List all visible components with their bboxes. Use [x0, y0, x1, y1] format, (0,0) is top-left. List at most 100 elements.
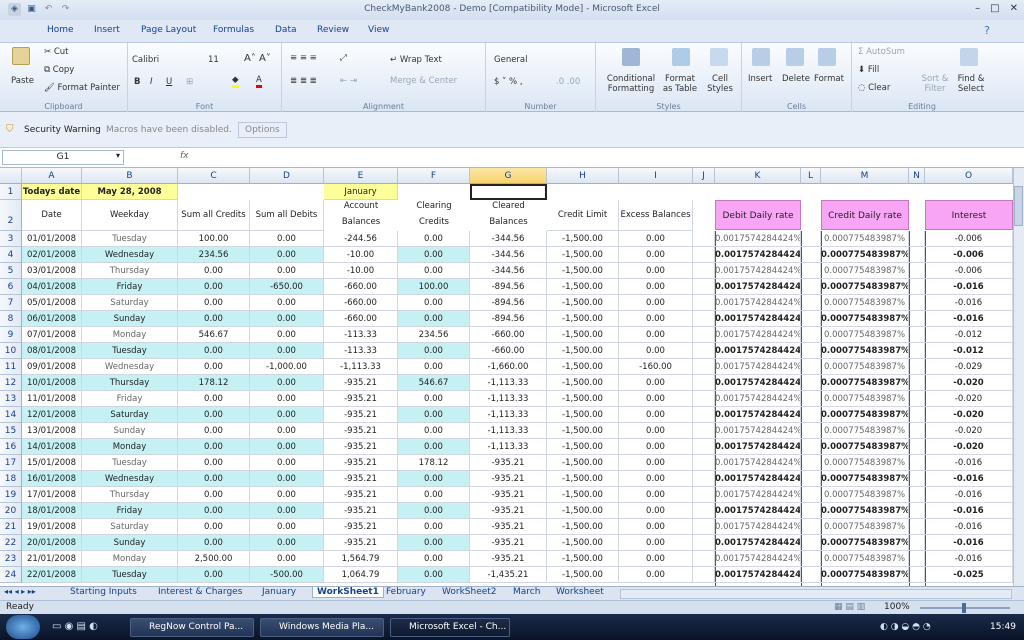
fill-button[interactable]: ⬇ Fill — [858, 65, 879, 75]
row-header[interactable]: 22 — [0, 535, 22, 551]
empty-cell-l[interactable] — [801, 471, 821, 487]
clearing-credits-cell[interactable]: 0.00 — [398, 295, 470, 311]
excess-balance-cell[interactable]: 0.00 — [619, 423, 693, 439]
clearing-credits-cell[interactable]: 0.00 — [398, 551, 470, 567]
debit-rate-cell[interactable]: 0.0017574284424% — [715, 487, 801, 503]
date-cell[interactable]: 21/01/2008 — [22, 551, 82, 567]
clearing-credits-cell[interactable]: 178.12 — [398, 455, 470, 471]
date-cell[interactable]: 08/01/2008 — [22, 343, 82, 359]
credit-limit-cell[interactable]: -1,500.00 — [547, 295, 619, 311]
excess-balance-cell[interactable]: 0.00 — [619, 487, 693, 503]
row-header-2[interactable]: 2 — [0, 200, 22, 231]
debits-cell[interactable]: 0.00 — [250, 551, 324, 567]
credit-limit-cell[interactable]: -1,500.00 — [547, 327, 619, 343]
credit-rate-cell[interactable]: 0.000775483987% — [821, 295, 909, 311]
credit-rate-cell[interactable]: 0.000775483987% — [821, 247, 909, 263]
fill-color-icon[interactable]: ◆ — [232, 75, 239, 88]
weekday-cell[interactable]: Tuesday — [82, 231, 178, 247]
empty-cell-n[interactable] — [909, 343, 925, 359]
weekday-cell[interactable]: Friday — [82, 503, 178, 519]
row-header[interactable]: 23 — [0, 551, 22, 567]
empty-cell-n[interactable] — [909, 407, 925, 423]
debit-rate-cell[interactable]: 0.0017574284424% — [715, 391, 801, 407]
select-all-corner[interactable] — [0, 168, 22, 184]
autosum-button[interactable]: Σ AutoSum — [858, 47, 905, 57]
empty-cell-j[interactable] — [693, 487, 715, 503]
debits-cell[interactable]: 0.00 — [250, 263, 324, 279]
tab-formulas[interactable]: Formulas — [213, 25, 254, 35]
conditional-formatting-button[interactable]: Conditional Formatting — [604, 74, 658, 94]
formula-input[interactable] — [200, 151, 1012, 165]
row-header[interactable]: 8 — [0, 311, 22, 327]
date-cell[interactable]: 19/01/2008 — [22, 519, 82, 535]
copy-button[interactable]: ⧉ Copy — [44, 65, 74, 75]
account-balance-cell[interactable]: -935.21 — [324, 455, 398, 471]
credit-rate-cell[interactable]: 0.000775483987% — [821, 279, 909, 295]
interest-cell[interactable]: -0.020 — [925, 375, 1013, 391]
credit-rate-cell[interactable]: 0.000775483987% — [821, 487, 909, 503]
date-cell[interactable]: 20/01/2008 — [22, 535, 82, 551]
empty-cell-l[interactable] — [801, 231, 821, 247]
empty-cell-j[interactable] — [693, 567, 715, 583]
delete-button[interactable]: Delete — [782, 74, 810, 84]
debit-rate-cell[interactable]: 0.0017574284424% — [715, 311, 801, 327]
credits-cell[interactable]: 0.00 — [178, 311, 250, 327]
cleared-balance-cell[interactable]: -660.00 — [470, 327, 547, 343]
weekday-cell[interactable]: Wednesday — [82, 359, 178, 375]
column-header-m[interactable]: M — [821, 168, 909, 184]
empty-cell-j[interactable] — [693, 279, 715, 295]
credit-rate-cell[interactable]: 0.000775483987% — [821, 567, 909, 583]
date-cell[interactable]: 15/01/2008 — [22, 455, 82, 471]
debit-rate-cell[interactable]: 0.0017574284424% — [715, 423, 801, 439]
sheet-tab[interactable]: Interest & Charges — [158, 587, 242, 597]
row-header[interactable]: 5 — [0, 263, 22, 279]
cleared-balance-cell[interactable]: -344.56 — [470, 263, 547, 279]
orientation-icon[interactable]: ⤢ — [340, 53, 347, 63]
clearing-credits-cell[interactable]: 0.00 — [398, 247, 470, 263]
weekday-cell[interactable]: Tuesday — [82, 567, 178, 583]
row-header[interactable]: 17 — [0, 455, 22, 471]
credits-cell[interactable]: 178.12 — [178, 375, 250, 391]
cleared-balance-cell[interactable]: -935.21 — [470, 519, 547, 535]
find-select-button[interactable]: Find & Select — [954, 74, 988, 94]
cleared-balance-cell[interactable]: -894.56 — [470, 311, 547, 327]
taskbar-item-media-player[interactable]: Windows Media Pla... — [260, 618, 384, 637]
sheet-tab[interactable]: February — [386, 587, 426, 597]
zoom-slider-thumb[interactable] — [962, 603, 966, 613]
column-header-a[interactable]: A — [22, 168, 82, 184]
account-balance-cell[interactable]: -935.21 — [324, 503, 398, 519]
credit-rate-cell[interactable]: 0.000775483987% — [821, 263, 909, 279]
credits-cell[interactable]: 0.00 — [178, 359, 250, 375]
tab-insert[interactable]: Insert — [94, 25, 120, 35]
date-cell[interactable]: 07/01/2008 — [22, 327, 82, 343]
account-balance-cell[interactable]: -10.00 — [324, 247, 398, 263]
empty-cell-l[interactable] — [801, 455, 821, 471]
weekday-cell[interactable]: Saturday — [82, 519, 178, 535]
start-button-icon[interactable] — [6, 615, 40, 639]
column-header-n[interactable]: N — [909, 168, 925, 184]
debits-cell[interactable]: 0.00 — [250, 503, 324, 519]
sheet-tab[interactable]: January — [262, 587, 296, 597]
credit-rate-cell[interactable]: 0.000775483987% — [821, 391, 909, 407]
excess-balance-cell[interactable]: 0.00 — [619, 551, 693, 567]
empty-cell-l[interactable] — [801, 407, 821, 423]
debits-cell[interactable]: 0.00 — [250, 311, 324, 327]
interest-cell[interactable]: -0.016 — [925, 455, 1013, 471]
cleared-balance-cell[interactable]: -894.56 — [470, 295, 547, 311]
credits-cell[interactable]: 0.00 — [178, 519, 250, 535]
debits-cell[interactable]: 0.00 — [250, 471, 324, 487]
empty-cell-n[interactable] — [909, 551, 925, 567]
align-left-icon[interactable]: ≣ ≣ ≣ — [290, 76, 317, 86]
column-header-o[interactable]: O — [925, 168, 1013, 184]
debit-rate-cell[interactable]: 0.0017574284424% — [715, 471, 801, 487]
name-box-dropdown-icon[interactable]: ▾ — [116, 151, 120, 160]
debits-cell[interactable]: 0.00 — [250, 375, 324, 391]
sheet-tab[interactable]: Worksheet — [556, 587, 604, 597]
credits-cell[interactable]: 0.00 — [178, 535, 250, 551]
credit-limit-cell[interactable]: -1,500.00 — [547, 503, 619, 519]
excess-balance-cell[interactable]: 0.00 — [619, 439, 693, 455]
taskbar-item-regnow[interactable]: RegNow Control Pa... — [130, 618, 254, 637]
date-cell[interactable]: 02/01/2008 — [22, 247, 82, 263]
account-balance-cell[interactable]: 1,564.79 — [324, 551, 398, 567]
credit-limit-cell[interactable]: -1,500.00 — [547, 311, 619, 327]
